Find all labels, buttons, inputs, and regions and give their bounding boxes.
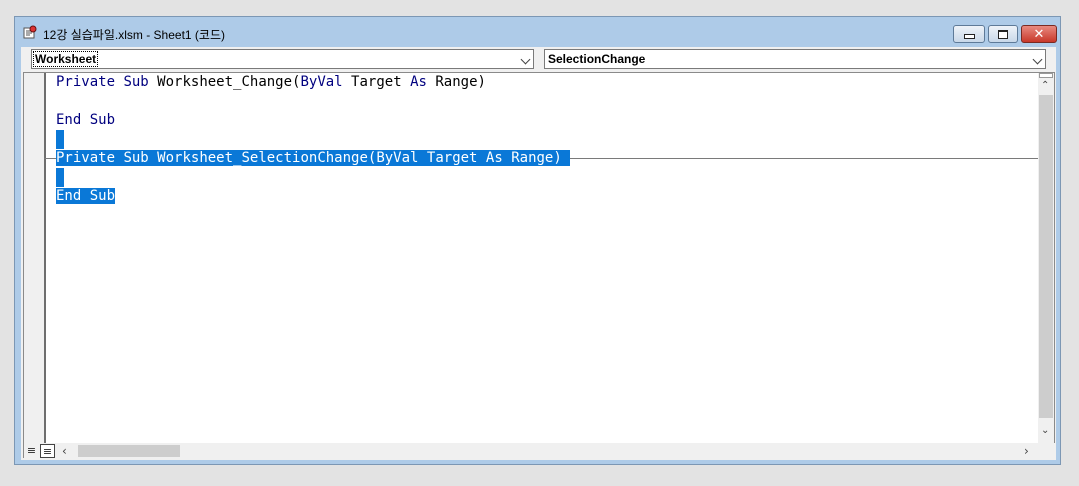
code-line[interactable]: Private Sub Worksheet_Change(ByVal Targe… [56, 73, 570, 92]
keyword-token: End [56, 188, 82, 204]
identifier-token [81, 112, 89, 128]
identifier-token [81, 188, 89, 204]
keyword-token: Sub [89, 112, 116, 128]
scroll-right-icon[interactable]: › [1024, 444, 1029, 458]
keyword-token: End [56, 112, 82, 128]
code-line[interactable]: Private Sub Worksheet_SelectionChange(By… [56, 149, 571, 168]
keyword-token: Private [56, 74, 116, 90]
procedure-dropdown[interactable]: SelectionChange [544, 49, 1046, 69]
margin-indicator-bar[interactable] [24, 73, 46, 443]
procedure-view-icon[interactable]: ≡ [24, 444, 39, 458]
scroll-down-icon[interactable]: ⌄ [1041, 425, 1049, 436]
window-title: 12강 실습파일.xlsm - Sheet1 (코드) [43, 28, 225, 42]
keyword-token: Sub [89, 188, 116, 204]
vertical-scrollbar[interactable]: ⌃ ⌄ [1038, 73, 1054, 443]
code-text[interactable]: Private Sub Worksheet_Change(ByVal Targe… [56, 73, 571, 206]
horizontal-scroll-thumb[interactable] [78, 445, 180, 457]
vba-code-window-icon [23, 25, 37, 39]
keyword-token: ByVal [376, 150, 419, 166]
keyword-token: As [485, 150, 503, 166]
code-line[interactable] [56, 92, 570, 111]
procedure-dropdown-value: SelectionChange [548, 52, 646, 66]
restore-button[interactable] [988, 25, 1018, 43]
selected-text [56, 168, 64, 187]
scroll-up-icon[interactable]: ⌃ [1041, 80, 1049, 91]
identifier-token: Range) [502, 150, 571, 166]
selected-text: End Sub [56, 188, 116, 204]
scroll-left-icon[interactable]: ‹ [62, 444, 67, 458]
code-line[interactable] [56, 168, 570, 187]
keyword-token: Sub [123, 74, 149, 90]
identifier-token: Worksheet_Change( [148, 74, 301, 90]
keyword-token: As [410, 74, 427, 90]
code-line[interactable]: End Sub [56, 111, 570, 130]
vertical-scroll-thumb[interactable] [1039, 95, 1053, 418]
code-window: 12강 실습파일.xlsm - Sheet1 (코드) ✕ Worksheet … [14, 16, 1061, 465]
code-line[interactable]: End Sub [56, 187, 570, 206]
keyword-token: ByVal [300, 74, 343, 90]
minimize-button[interactable] [953, 25, 985, 43]
selected-text: Private Sub Worksheet_SelectionChange(By… [56, 150, 571, 166]
minimize-icon [954, 26, 984, 42]
object-dropdown-value: Worksheet [32, 51, 99, 67]
close-button[interactable]: ✕ [1021, 25, 1057, 43]
keyword-token: Private [56, 150, 116, 166]
split-bar[interactable] [1039, 73, 1053, 78]
identifier-token: Target [342, 74, 411, 90]
code-window-client: Worksheet SelectionChange Private Sub Wo… [21, 47, 1056, 460]
close-icon: ✕ [1033, 26, 1045, 42]
identifier-token: Worksheet_SelectionChange( [148, 150, 377, 166]
keyword-token: Sub [123, 150, 149, 166]
restore-icon [989, 26, 1017, 42]
code-editor[interactable]: Private Sub Worksheet_Change(ByVal Targe… [23, 72, 1056, 459]
horizontal-scrollbar[interactable]: ≡ ≡ ‹ › [24, 443, 1056, 459]
code-line[interactable] [56, 130, 570, 149]
identifier-token: Range) [426, 74, 486, 90]
title-bar[interactable]: 12강 실습파일.xlsm - Sheet1 (코드) ✕ [15, 17, 1060, 47]
chevron-down-icon[interactable] [1032, 54, 1043, 65]
identifier-token: Target [418, 150, 486, 166]
full-module-view-icon[interactable]: ≡ [40, 444, 55, 458]
chevron-down-icon[interactable] [520, 54, 531, 65]
object-dropdown[interactable]: Worksheet [31, 49, 534, 69]
